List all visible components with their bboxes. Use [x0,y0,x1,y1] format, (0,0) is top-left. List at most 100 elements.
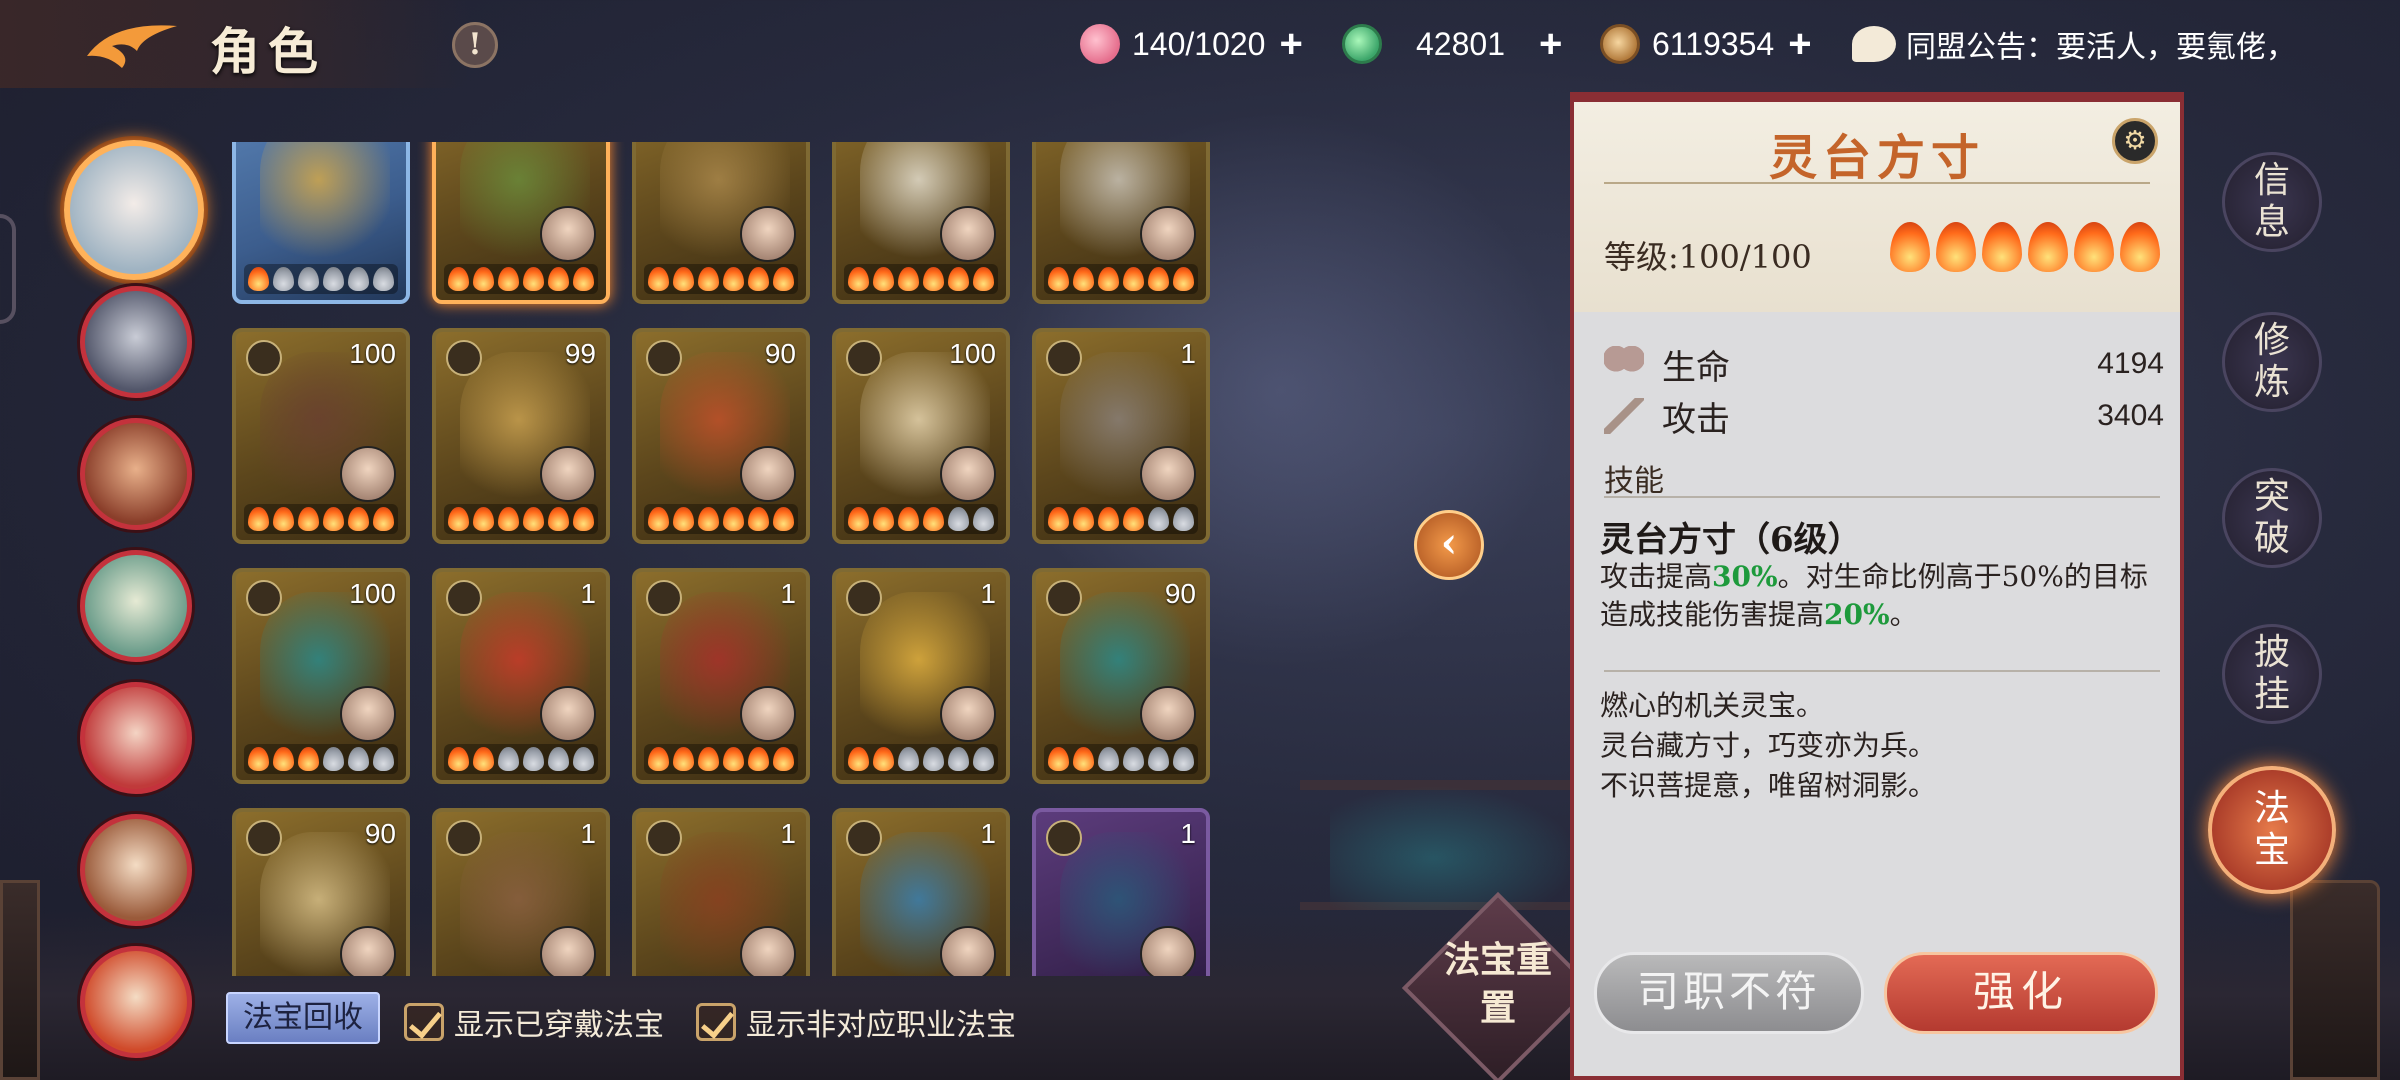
treasure-level: 1 [980,818,996,849]
treasure-level: 90 [1164,578,1196,609]
flame-lit-icon [523,267,544,291]
star-flames [244,504,398,534]
show-equipped-label: 显示已穿戴法宝 [454,1008,664,1043]
equipped-character-avatar [540,686,596,742]
flame-lit-icon [373,507,394,531]
back-flame-icon[interactable] [82,16,182,74]
add-stamina-button[interactable]: + [1279,24,1302,64]
tab-equipment-label: 披挂 [2253,632,2290,715]
treasure-card[interactable]: 1 [832,568,1010,784]
heart-icon [1604,346,1644,382]
star-flames [244,264,398,294]
star-flames [1044,264,1198,294]
alliance-notice[interactable]: 同盟公告：要活人，要氪佬， [1852,20,2332,68]
show-other-class-checkbox[interactable]: 显示非对应职业法宝 [696,1000,1016,1044]
character-avatar-2[interactable] [80,286,192,398]
character-avatar-4[interactable] [80,550,192,662]
tab-info[interactable]: 信息 [2222,152,2322,252]
flame-unlit-icon [348,267,369,291]
treasure-card[interactable]: 1 [632,808,810,976]
flame-lit-icon [1123,507,1144,531]
treasure-type-icon [246,580,282,616]
flame-unlit-icon [498,747,519,771]
treasure-card[interactable]: 90 [1032,568,1210,784]
treasure-card[interactable]: 1 [1032,808,1210,976]
treasure-card[interactable]: 1 [432,568,610,784]
collapse-panel-button[interactable]: ‹ [1414,510,1484,580]
character-avatar-7[interactable] [80,946,192,1058]
tab-breakthrough[interactable]: 突破 [2222,468,2322,568]
skill-value-dmg: 20% [1824,598,1890,631]
flame-lit-icon [548,507,569,531]
flame-lit-icon [473,267,494,291]
tab-treasure[interactable]: 法宝 [2208,766,2336,894]
add-coin-button[interactable]: + [1788,24,1811,64]
character-avatar-5[interactable] [80,682,192,794]
flame-unlit-icon [548,747,569,771]
flame-unlit-icon [923,747,944,771]
flame-lit-icon [273,507,294,531]
flame-lit-icon [873,507,894,531]
show-equipped-checkbox[interactable]: 显示已穿戴法宝 [404,1000,664,1044]
treasure-card[interactable] [832,142,1010,304]
treasure-card[interactable]: 1 [432,808,610,976]
flame-lit-icon [573,267,594,291]
treasure-type-icon [1046,340,1082,376]
flame-lit-icon [498,507,519,531]
treasure-card[interactable] [232,142,410,304]
equipped-character-avatar [740,446,796,502]
flame-unlit-icon [323,267,344,291]
treasure-card[interactable] [1032,142,1210,304]
add-jade-button[interactable]: + [1539,24,1562,64]
flame-lit-icon [498,267,519,291]
help-button[interactable]: ! [452,22,498,68]
background-plant [1330,780,1590,910]
tab-equipment[interactable]: 披挂 [2222,624,2322,724]
flame-lit-icon [673,267,694,291]
equipped-character-avatar [1140,206,1196,262]
treasure-card[interactable]: 90 [232,808,410,976]
equipped-character-avatar [940,686,996,742]
star-flames [644,744,798,774]
side-drawer-handle[interactable] [0,214,16,324]
flame-lit-icon [2028,222,2068,272]
treasure-level: 90 [764,338,796,369]
character-avatar-6[interactable] [80,814,192,926]
treasure-level: 1 [1180,338,1196,369]
flame-lit-icon [573,507,594,531]
tab-cultivate[interactable]: 修炼 [2222,312,2322,412]
equipped-character-avatar [340,926,396,976]
flame-lit-icon [448,267,469,291]
treasure-card[interactable]: 90 [632,328,810,544]
detail-header: 灵台方寸 ⚙ 等级:100/100 [1574,102,2180,312]
star-flames [1044,744,1198,774]
flame-unlit-icon [523,747,544,771]
class-emblem-icon[interactable]: ⚙ [2112,118,2158,164]
skill-description: 攻击提高30%。对生命比例高于50%的目标造成技能伤害提高20%。 [1600,558,2166,634]
flame-lit-icon [323,507,344,531]
treasure-card[interactable]: 1 [632,568,810,784]
treasure-card[interactable] [632,142,810,304]
treasure-type-icon [246,820,282,856]
treasure-card[interactable]: 1 [832,808,1010,976]
treasure-card[interactable]: 100 [232,328,410,544]
enhance-button[interactable]: 强化 [1884,952,2158,1034]
flame-unlit-icon [948,747,969,771]
character-avatar-3[interactable] [80,418,192,530]
treasure-level: 1 [780,818,796,849]
stat-atk-label: 攻击 [1662,399,1730,440]
skill-desc-part: 。 [1889,598,1918,631]
treasure-card[interactable]: 99 [432,328,610,544]
recycle-button[interactable]: 法宝回收 [226,992,380,1044]
class-mismatch-button[interactable]: 司职不符 [1594,952,1864,1034]
treasure-card[interactable]: 1 [1032,328,1210,544]
character-avatar-1[interactable] [64,140,204,280]
treasure-card[interactable]: 100 [832,328,1010,544]
treasure-card[interactable] [432,142,610,304]
flame-unlit-icon [1148,747,1169,771]
checkbox-checked-icon [696,1003,736,1041]
flame-unlit-icon [948,507,969,531]
top-bar: 角色 ! 140/1020 + 42801 + 6119354 + 同盟公告：要… [0,0,2400,88]
treasure-card[interactable]: 100 [232,568,410,784]
flame-lit-icon [748,267,769,291]
